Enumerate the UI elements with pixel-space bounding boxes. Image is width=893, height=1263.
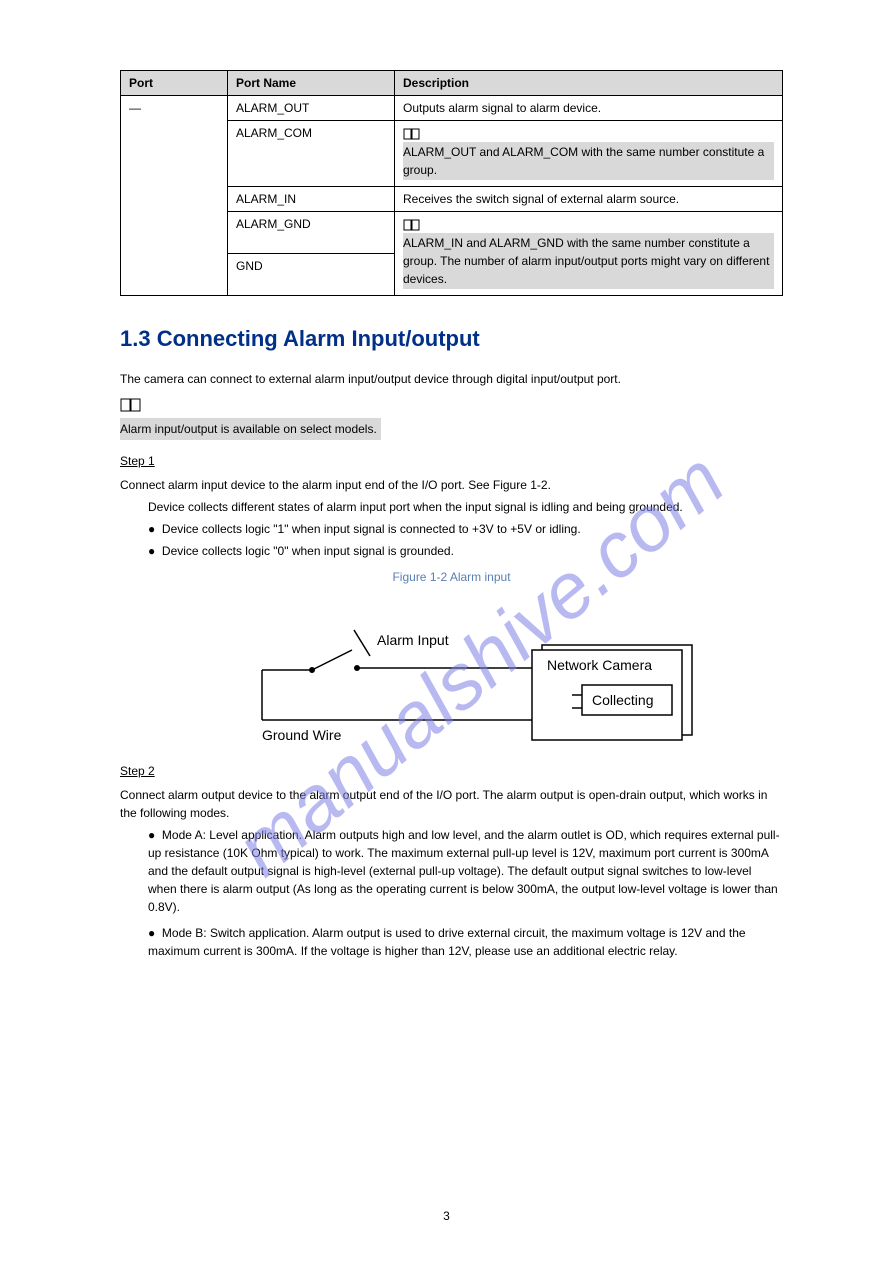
table-header-desc: Description bbox=[395, 71, 783, 96]
section-heading: 1.3 Connecting Alarm Input/output bbox=[120, 326, 783, 352]
port-desc-cell: ALARM_OUT and ALARM_COM with the same nu… bbox=[395, 121, 783, 187]
diagram-label-alarm-input: Alarm Input bbox=[377, 632, 449, 648]
step2-text: Connect alarm output device to the alarm… bbox=[120, 786, 783, 822]
step2-bullet1: Mode A: Level application. Alarm outputs… bbox=[148, 828, 780, 914]
step1-bullet1: Device collects logic "1" when input sig… bbox=[162, 522, 581, 536]
alarm-input-diagram: Alarm Input Ground Wire Network Camera C… bbox=[202, 590, 702, 750]
port-name-cell: ALARM_COM bbox=[228, 121, 395, 187]
heading-number: 1.3 bbox=[120, 326, 151, 351]
port-cell: — bbox=[121, 96, 228, 296]
step1-label: Step 1 bbox=[120, 452, 783, 470]
port-desc-cell: Receives the switch signal of external a… bbox=[395, 186, 783, 211]
step2-bullet2: Mode B: Switch application. Alarm output… bbox=[148, 926, 746, 958]
note-book-icon bbox=[403, 218, 421, 232]
diagram-label-collecting: Collecting bbox=[592, 692, 653, 708]
port-name-cell: ALARM_GND bbox=[228, 211, 395, 253]
port-name-cell: GND bbox=[228, 253, 395, 295]
port-desc-cell: Outputs alarm signal to alarm device. bbox=[395, 96, 783, 121]
port-description-table: Port Port Name Description — ALARM_OUT O… bbox=[120, 70, 783, 296]
port-name-cell: ALARM_OUT bbox=[228, 96, 395, 121]
page-number: 3 bbox=[0, 1209, 893, 1223]
step1-text: Connect alarm input device to the alarm … bbox=[120, 476, 783, 494]
table-header-port: Port bbox=[121, 71, 228, 96]
note-book-icon bbox=[403, 127, 421, 141]
note-block: Alarm input/output is available on selec… bbox=[120, 396, 783, 440]
table-row: — ALARM_OUT Outputs alarm signal to alar… bbox=[121, 96, 783, 121]
figure-caption: Figure 1-2 Alarm input bbox=[120, 568, 783, 586]
diagram-label-ground-wire: Ground Wire bbox=[262, 727, 342, 743]
note-book-icon bbox=[120, 397, 142, 413]
note-text: ALARM_OUT and ALARM_COM with the same nu… bbox=[403, 142, 774, 180]
note-text: ALARM_IN and ALARM_GND with the same num… bbox=[403, 233, 774, 289]
port-desc-cell: ALARM_IN and ALARM_GND with the same num… bbox=[395, 211, 783, 295]
step1-detail: Device collects different states of alar… bbox=[148, 498, 783, 516]
step2-label: Step 2 bbox=[120, 762, 783, 780]
step1-bullet2: Device collects logic "0" when input sig… bbox=[162, 544, 454, 558]
heading-text: Connecting Alarm Input/output bbox=[157, 326, 480, 351]
port-name-cell: ALARM_IN bbox=[228, 186, 395, 211]
section-intro: The camera can connect to external alarm… bbox=[120, 370, 783, 388]
diagram-label-network-camera: Network Camera bbox=[547, 657, 652, 673]
table-header-name: Port Name bbox=[228, 71, 395, 96]
note-highlight: Alarm input/output is available on selec… bbox=[120, 418, 381, 440]
